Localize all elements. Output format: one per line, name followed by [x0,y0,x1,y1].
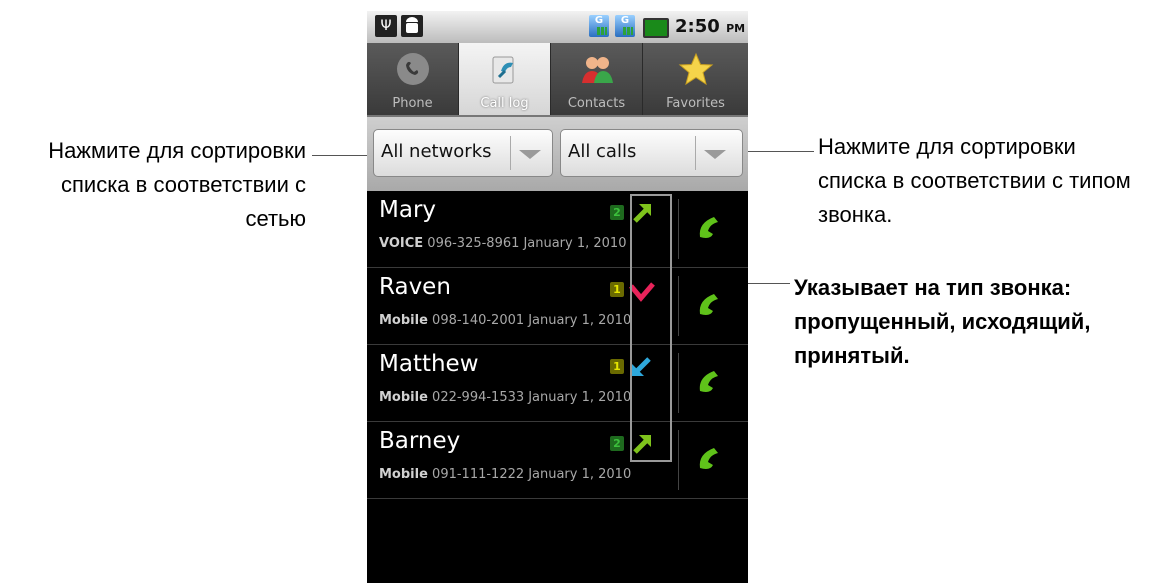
network-badge: 2 [610,205,624,220]
call-log-icon [492,56,513,84]
annotation-network-filter: Нажмите для сортировки списка в соответс… [48,138,306,231]
call-type-highlight-box [630,194,672,462]
annotation-call-type: Указывает на тип звонка: пропущенный, ис… [794,275,1091,368]
tab-contacts[interactable]: Contacts [551,43,643,115]
phone-icon [396,53,429,85]
usb-icon: Ψ [375,15,397,37]
call-date: January 1, 2010 [528,467,632,482]
tab-phone-label: Phone [392,96,433,111]
chevron-down-icon [519,150,541,159]
contact-name: Barney [379,428,461,454]
battery-icon [643,18,669,38]
list-item[interactable]: Mary VOICE 096-325-8961 January 1, 2010 … [367,191,748,268]
tab-phone[interactable]: Phone [367,43,459,115]
call-button-icon[interactable] [694,288,726,320]
call-date: January 1, 2010 [528,313,632,328]
status-bar: Ψ G G 2:50 PM [367,11,748,43]
call-date: January 1, 2010 [523,236,627,251]
number-type: Mobile [379,390,428,405]
contact-name: Matthew [379,351,479,377]
network-filter-value: All networks [381,141,492,162]
phone-screen: Ψ G G 2:50 PM Phone Call log Contacts Fa… [367,11,748,583]
android-debug-icon [401,15,423,37]
call-button-icon[interactable] [694,365,726,397]
annotation-line-network [312,155,374,156]
phone-number: 091-111-1222 [432,467,525,482]
list-item[interactable]: Barney Mobile 091-111-1222 January 1, 20… [367,422,748,499]
star-icon [678,52,713,86]
number-type: VOICE [379,236,424,251]
tab-call-log[interactable]: Call log [459,43,551,115]
annotation-calls-filter: Нажмите для сортировки списка в соответс… [818,134,1131,227]
sim1-signal-icon: G [589,15,609,37]
sim2-signal-icon: G [615,15,635,37]
list-item[interactable]: Raven Mobile 098-140-2001 January 1, 201… [367,268,748,345]
tab-bar: Phone Call log Contacts Favorites [367,43,748,117]
network-badge: 1 [610,282,624,297]
calls-filter-value: All calls [568,141,637,162]
number-type: Mobile [379,313,428,328]
calls-filter-dropdown[interactable]: All calls [560,129,743,177]
tab-favorites-label: Favorites [666,96,725,111]
network-badge: 1 [610,359,624,374]
list-item[interactable]: Matthew Mobile 022-994-1533 January 1, 2… [367,345,748,422]
call-date: January 1, 2010 [528,390,632,405]
tab-favorites[interactable]: Favorites [643,43,748,115]
phone-number: 098-140-2001 [432,313,525,328]
filter-bar: All networks All calls [367,117,748,191]
network-filter-dropdown[interactable]: All networks [373,129,553,177]
phone-number: 022-994-1533 [432,390,525,405]
network-badge: 2 [610,436,624,451]
phone-number: 096-325-8961 [427,236,520,251]
contact-name: Mary [379,197,437,223]
chevron-down-icon [704,150,726,159]
tab-contacts-label: Contacts [567,96,626,111]
tab-call-log-label: Call log [480,96,529,111]
call-button-icon[interactable] [694,211,726,243]
clock: 2:50 PM [675,16,746,37]
call-log-list: Mary VOICE 096-325-8961 January 1, 2010 … [367,191,748,499]
number-type: Mobile [379,467,428,482]
call-button-icon[interactable] [694,442,726,474]
contact-name: Raven [379,274,451,300]
contacts-icon [581,57,613,83]
